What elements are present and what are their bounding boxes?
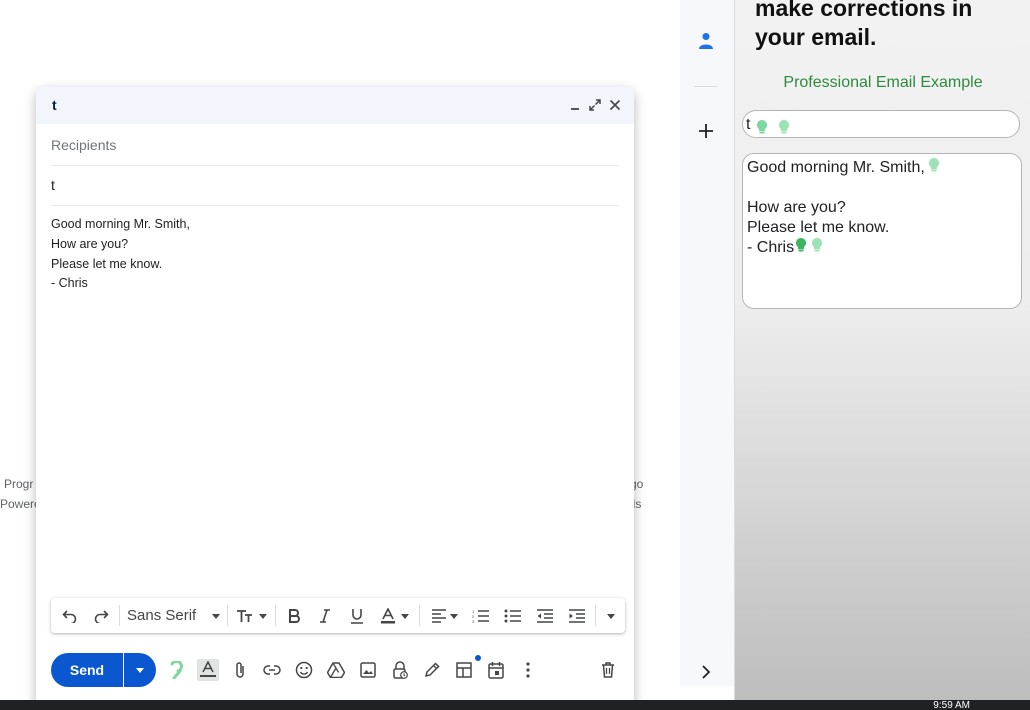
heading-line: make corrections in	[755, 0, 973, 21]
schedule-icon[interactable]	[485, 659, 507, 681]
addon-body-field[interactable]: Good morning Mr. Smith, How are you? Ple…	[742, 153, 1022, 309]
addon-subject-field[interactable]: t	[742, 110, 1020, 138]
addon-subtitle: Professional Email Example	[783, 74, 983, 91]
lightbulb-icon[interactable]	[928, 158, 939, 178]
bold-icon[interactable]	[284, 606, 304, 626]
recipients-field[interactable]: Recipients	[51, 125, 619, 166]
body-line: Please let me know.	[51, 256, 163, 271]
body-line: Good morning Mr. Smith,	[51, 217, 190, 231]
minimize-icon[interactable]	[566, 96, 584, 114]
drive-icon[interactable]	[325, 659, 347, 681]
body-line: How are you?	[747, 199, 846, 216]
confidential-icon[interactable]	[389, 659, 411, 681]
chevron-down-icon	[449, 613, 458, 619]
chevron-down-icon	[258, 613, 267, 619]
formatting-toolbar: Sans Serif 123	[51, 598, 625, 633]
text-color-icon[interactable]	[378, 606, 412, 626]
close-icon[interactable]	[606, 96, 624, 114]
add-addon-icon[interactable]	[696, 121, 716, 141]
body-line-text: - Chris	[747, 239, 795, 256]
contacts-icon[interactable]	[696, 31, 716, 51]
compose-header[interactable]: t	[36, 87, 634, 124]
more-formatting-icon[interactable]	[601, 606, 621, 626]
grammar-icon[interactable]	[165, 659, 187, 681]
body-line: Good morning Mr. Smith,	[747, 158, 1017, 178]
addon-panel: make corrections in your email. Professi…	[734, 0, 1030, 700]
lightbulb-icon[interactable]	[779, 116, 790, 144]
more-options-icon[interactable]	[517, 659, 539, 681]
emoji-icon[interactable]	[293, 659, 315, 681]
chevron-down-icon	[401, 613, 409, 619]
rail-divider	[694, 86, 718, 87]
undo-icon[interactable]	[60, 606, 80, 626]
underline-icon[interactable]	[347, 606, 367, 626]
discard-icon[interactable]	[597, 659, 619, 681]
expand-icon[interactable]	[586, 96, 604, 114]
redo-icon[interactable]	[91, 606, 111, 626]
body-line: Please let me know.	[747, 219, 890, 236]
toolbar-separator	[595, 605, 596, 626]
background-footer-left: Progr Powere	[0, 474, 41, 514]
formatting-options-icon[interactable]	[197, 659, 219, 681]
compose-body[interactable]: Good morning Mr. Smith, How are you? Ple…	[51, 215, 619, 294]
body-line: - Chris	[51, 276, 88, 291]
toolbar-separator	[419, 605, 420, 626]
subject-field[interactable]: t	[51, 165, 619, 206]
grammarly-check-icon[interactable]	[796, 238, 807, 258]
expand-panel-icon[interactable]	[696, 662, 716, 682]
toolbar-separator	[227, 605, 228, 626]
send-button[interactable]: Send	[51, 653, 123, 687]
font-size-icon[interactable]	[234, 606, 268, 626]
body-line: - Chris	[747, 238, 1017, 258]
attach-icon[interactable]	[229, 659, 251, 681]
side-rail	[680, 0, 734, 686]
body-line-text: Good morning Mr. Smith,	[747, 159, 925, 176]
align-icon[interactable]	[427, 606, 461, 626]
taskbar	[0, 700, 1030, 710]
bulleted-list-icon[interactable]	[503, 606, 523, 626]
font-select[interactable]: Sans Serif	[127, 606, 221, 626]
heading-line: your email.	[755, 24, 877, 50]
link-icon[interactable]	[261, 659, 283, 681]
addon-heading: make corrections in your email.	[755, 0, 1025, 52]
chevron-down-icon	[212, 613, 221, 619]
lightbulb-icon[interactable]	[812, 238, 823, 258]
layouts-icon[interactable]	[453, 659, 475, 681]
chevron-down-icon	[607, 613, 615, 619]
signature-icon[interactable]	[421, 659, 443, 681]
grammarly-check-icon[interactable]	[756, 116, 767, 144]
taskbar-clock: 9:59 AM	[933, 701, 970, 710]
new-feature-dot	[475, 655, 481, 661]
footer-text: Powere	[0, 497, 41, 511]
body-line: How are you?	[51, 236, 129, 251]
italic-icon[interactable]	[315, 606, 335, 626]
photo-icon[interactable]	[357, 659, 379, 681]
toolbar-separator	[119, 605, 120, 626]
chevron-down-icon	[136, 667, 144, 673]
svg-text:3: 3	[472, 619, 475, 623]
indent-less-icon[interactable]	[535, 606, 555, 626]
addon-subject-value: t	[746, 116, 751, 133]
body-line	[747, 178, 1017, 198]
numbered-list-icon[interactable]: 123	[471, 606, 491, 626]
indent-more-icon[interactable]	[567, 606, 587, 626]
compose-window: t Recipients t Good morning Mr. Smith, H…	[36, 87, 634, 707]
compose-title: t	[52, 97, 57, 113]
toolbar-separator	[275, 605, 276, 626]
send-options-button[interactable]	[124, 653, 156, 687]
font-select-value: Sans Serif	[127, 607, 197, 624]
